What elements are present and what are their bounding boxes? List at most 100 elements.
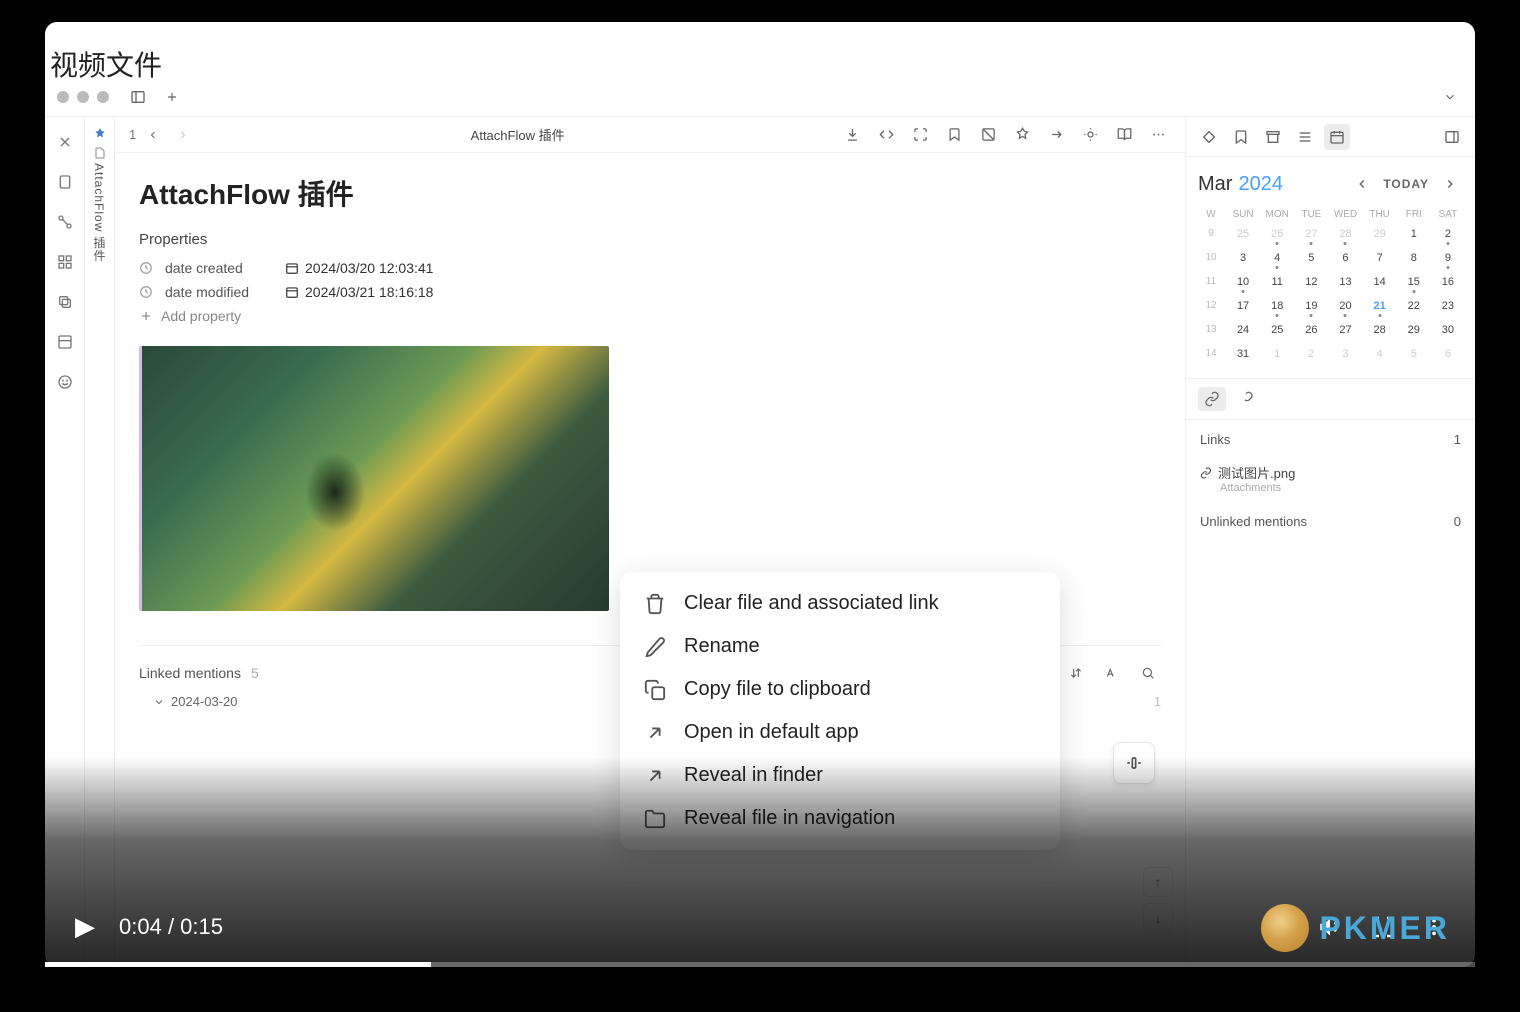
calendar-day[interactable]: 1 xyxy=(1262,344,1292,364)
calendar-day[interactable]: 25 xyxy=(1262,320,1292,340)
calendar-day[interactable]: 17 xyxy=(1228,296,1258,316)
document-title[interactable]: AttachFlow 插件 xyxy=(204,125,831,144)
calendar-day[interactable]: 18 xyxy=(1262,296,1292,316)
code-icon[interactable] xyxy=(873,122,899,148)
sun-icon[interactable] xyxy=(1077,122,1103,148)
calendar-day[interactable]: 10 xyxy=(1228,272,1258,292)
bookmark-tab-icon[interactable] xyxy=(1228,124,1254,150)
emoji-icon[interactable] xyxy=(52,369,78,395)
traffic-lights[interactable] xyxy=(57,91,109,103)
calendar-day[interactable]: 24 xyxy=(1228,320,1258,340)
new-tab-icon[interactable] xyxy=(159,84,185,110)
calendar-day[interactable]: 2 xyxy=(1433,224,1463,244)
outgoing-links-icon[interactable] xyxy=(1232,387,1260,411)
calendar-day[interactable]: 11 xyxy=(1262,272,1292,292)
unlinked-heading[interactable]: Unlinked mentions xyxy=(1200,514,1307,529)
calendar-day[interactable]: 23 xyxy=(1433,296,1463,316)
calendar-day[interactable]: 26 xyxy=(1296,320,1326,340)
calendar-day[interactable]: 28 xyxy=(1330,224,1360,244)
back-icon[interactable] xyxy=(140,122,166,148)
next-month-icon[interactable] xyxy=(1437,171,1463,197)
calendar-day[interactable]: 7 xyxy=(1365,248,1395,268)
archive-icon[interactable] xyxy=(1260,124,1286,150)
calendar-day[interactable]: 31 xyxy=(1228,344,1258,364)
text-size-icon[interactable] xyxy=(1099,660,1125,686)
calendar-day[interactable]: 16 xyxy=(1433,272,1463,292)
calendar-day[interactable]: 14 xyxy=(1365,272,1395,292)
week-number[interactable]: 12 xyxy=(1198,296,1224,316)
week-number[interactable]: 10 xyxy=(1198,248,1224,268)
calendar-day[interactable]: 13 xyxy=(1330,272,1360,292)
sidebar-toggle-icon[interactable] xyxy=(125,84,151,110)
video-progress[interactable] xyxy=(45,962,1475,967)
search-icon[interactable] xyxy=(1135,660,1161,686)
menu-item[interactable]: Open in default app xyxy=(620,711,1060,754)
outline-icon[interactable] xyxy=(1292,124,1318,150)
calendar-day[interactable]: 12 xyxy=(1296,272,1326,292)
calendar-day[interactable]: 6 xyxy=(1330,248,1360,268)
file-icon[interactable] xyxy=(52,169,78,195)
calendar-day[interactable]: 2 xyxy=(1296,344,1326,364)
week-number[interactable]: 9 xyxy=(1198,224,1224,244)
arrow-right-icon[interactable] xyxy=(1043,122,1069,148)
panel-toggle-icon[interactable] xyxy=(1439,124,1465,150)
calendar-day[interactable]: 28 xyxy=(1365,320,1395,340)
calendar-day[interactable]: 1 xyxy=(1399,224,1429,244)
menu-item[interactable]: Clear file and associated link xyxy=(620,582,1060,625)
calendar-day[interactable]: 9 xyxy=(1433,248,1463,268)
link-item[interactable]: 测试图片.png Attachments xyxy=(1200,457,1461,500)
calendar-day[interactable]: 5 xyxy=(1399,344,1429,364)
calendar-day[interactable]: 22 xyxy=(1399,296,1429,316)
calendar-day[interactable]: 27 xyxy=(1330,320,1360,340)
calendar-day[interactable]: 26 xyxy=(1262,224,1292,244)
embedded-image[interactable] xyxy=(139,346,609,611)
calendar-day[interactable]: 15 xyxy=(1399,272,1429,292)
calendar-day[interactable]: 3 xyxy=(1330,344,1360,364)
add-property-button[interactable]: Add property xyxy=(139,308,1161,324)
note-title[interactable]: AttachFlow 插件 xyxy=(139,173,1161,213)
calendar-day[interactable]: 27 xyxy=(1296,224,1326,244)
layout-icon[interactable] xyxy=(52,329,78,355)
graph-icon[interactable] xyxy=(52,209,78,235)
image-off-icon[interactable] xyxy=(975,122,1001,148)
calendar-day[interactable]: 6 xyxy=(1433,344,1463,364)
book-icon[interactable] xyxy=(1111,122,1137,148)
expand-icon[interactable] xyxy=(907,122,933,148)
calendar-day[interactable]: 4 xyxy=(1262,248,1292,268)
more-icon[interactable] xyxy=(1145,122,1171,148)
calendar-day[interactable]: 20 xyxy=(1330,296,1360,316)
week-number[interactable]: 13 xyxy=(1198,320,1224,340)
copy-icon[interactable] xyxy=(52,289,78,315)
menu-item[interactable]: Copy file to clipboard xyxy=(620,668,1060,711)
calendar-day[interactable]: 29 xyxy=(1399,320,1429,340)
calendar-day[interactable]: 3 xyxy=(1228,248,1258,268)
backlinks-icon[interactable] xyxy=(1198,387,1226,411)
calendar-day[interactable]: 8 xyxy=(1399,248,1429,268)
calendar-tab-icon[interactable] xyxy=(1324,124,1350,150)
today-button[interactable]: TODAY xyxy=(1383,177,1429,191)
property-row-modified[interactable]: date modified 2024/03/21 18:16:18 xyxy=(139,284,1161,300)
calendar-day[interactable]: 4 xyxy=(1365,344,1395,364)
chevron-down-icon[interactable] xyxy=(1437,84,1463,110)
sort-icon[interactable] xyxy=(1063,660,1089,686)
week-number[interactable]: 11 xyxy=(1198,272,1224,292)
pin-outline-icon[interactable] xyxy=(1009,122,1035,148)
download-icon[interactable] xyxy=(839,122,865,148)
tag-icon[interactable] xyxy=(1196,124,1222,150)
calendar-day[interactable]: 29 xyxy=(1365,224,1395,244)
menu-item[interactable]: Rename xyxy=(620,625,1060,668)
grid-icon[interactable] xyxy=(52,249,78,275)
linked-mentions-label[interactable]: Linked mentions xyxy=(139,665,241,681)
play-button[interactable]: ▶ xyxy=(75,911,95,942)
week-number[interactable]: 14 xyxy=(1198,344,1224,364)
close-icon[interactable] xyxy=(52,129,78,155)
prev-month-icon[interactable] xyxy=(1349,171,1375,197)
forward-icon[interactable] xyxy=(170,122,196,148)
bookmark-icon[interactable] xyxy=(941,122,967,148)
calendar-day[interactable]: 25 xyxy=(1228,224,1258,244)
calendar-day[interactable]: 21 xyxy=(1365,296,1395,316)
calendar-day[interactable]: 5 xyxy=(1296,248,1326,268)
property-row-created[interactable]: date created 2024/03/20 12:03:41 xyxy=(139,260,1161,276)
calendar-day[interactable]: 30 xyxy=(1433,320,1463,340)
calendar-day[interactable]: 19 xyxy=(1296,296,1326,316)
